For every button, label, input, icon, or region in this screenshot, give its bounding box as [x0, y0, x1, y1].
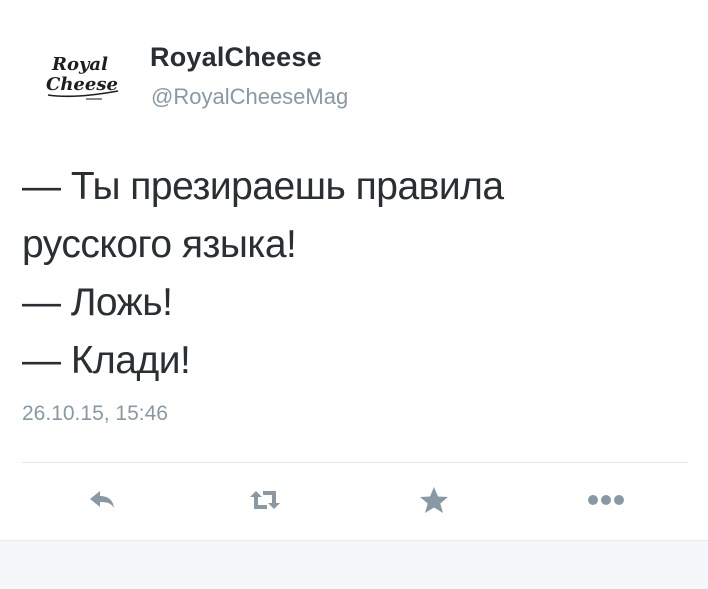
tweet-timestamp[interactable]: 26.10.15, 15:46: [22, 402, 168, 426]
tweet-text-line: — Ложь!: [22, 281, 173, 324]
favorite-button[interactable]: [414, 484, 454, 516]
more-button[interactable]: [586, 484, 626, 516]
star-icon: [420, 487, 448, 513]
avatar[interactable]: Royal Cheese: [44, 46, 134, 110]
royal-cheese-logo-icon: Royal Cheese: [46, 54, 119, 100]
tweet-text-line: — Ты презираешь правила: [22, 165, 504, 208]
user-handle[interactable]: @RoyalCheeseMag: [151, 84, 348, 110]
more-dots-icon: [588, 495, 624, 505]
display-name[interactable]: RoyalCheese: [150, 42, 322, 73]
retweet-icon: [250, 491, 280, 509]
svg-text:Royal: Royal: [51, 54, 108, 75]
reply-icon: [90, 491, 114, 508]
tweet-card: Royal Cheese RoyalCheese @RoyalCheeseMag…: [0, 0, 708, 540]
tweet-text-line: русского языка!: [22, 223, 297, 266]
tweet-text-line: — Клади!: [22, 339, 191, 382]
footer-band: [0, 540, 708, 589]
divider: [22, 462, 688, 463]
reply-button[interactable]: [82, 484, 122, 516]
svg-text:Cheese: Cheese: [46, 74, 118, 95]
retweet-button[interactable]: [245, 484, 285, 516]
tweet-text: — Ты презираешь правила русского языка! …: [22, 158, 682, 390]
